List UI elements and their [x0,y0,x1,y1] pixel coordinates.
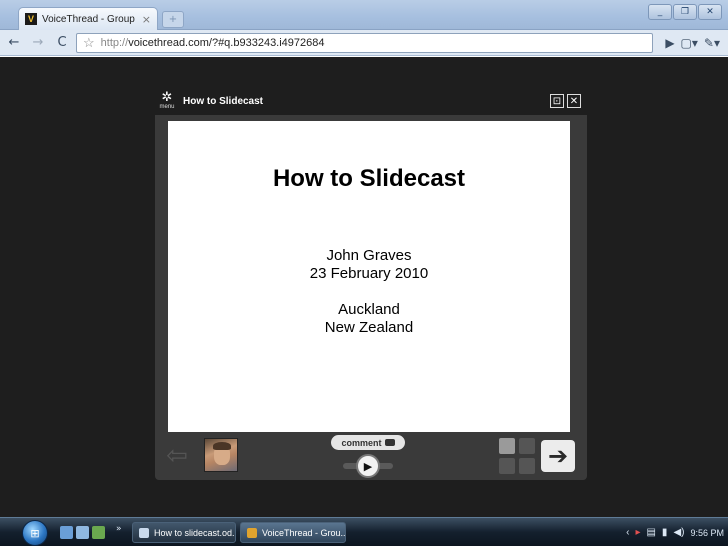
close-player-icon[interactable]: ✕ [567,94,581,108]
gear-icon: ✲ [161,90,173,105]
slide-thumbnails[interactable] [499,438,535,474]
voicethread-favicon-icon: V [25,13,37,25]
close-window-button[interactable]: ✕ [698,4,722,20]
switch-windows-icon[interactable] [76,526,89,539]
comment-label: comment [341,437,382,448]
media-player-icon[interactable] [92,526,105,539]
tray-alert-icon[interactable]: ▸ [635,527,640,538]
slide-author: John Graves [326,247,412,264]
start-button[interactable]: ⊞ [22,520,48,546]
forward-button[interactable]: → [28,33,48,53]
play-icon: ▶ [363,459,373,473]
forward-arrow-icon: → [32,35,44,50]
minimize-button[interactable]: _ [648,4,672,20]
header-icons: ⊡ ✕ [550,94,581,108]
menu-label: menu [159,104,175,110]
previous-slide-arrow-icon[interactable]: ⇦ [163,442,191,470]
browser-toolbar: ← → C ☆ http://voicethread.com/?#q.b9332… [0,30,728,56]
slide-city: Auckland [338,301,400,318]
chrome-icon [247,527,257,538]
network-icon[interactable]: ▤ [646,527,655,538]
page-content: ✲ menu How to Slidecast ⊡ ✕ How to Slide… [0,57,728,517]
taskbar-item-label: VoiceThread - Grou... [262,527,346,538]
windows-taskbar: ⊞ » How to slidecast.od... VoiceThread -… [0,517,728,546]
comment-button[interactable]: comment [331,435,405,450]
new-tab-icon: + [168,14,178,25]
close-icon: ✕ [706,7,714,17]
wrench-menu-icon[interactable]: ✎▾ [704,36,720,50]
address-text: http://voicethread.com/?#q.b933243.i4972… [101,37,325,49]
next-arrow-icon: ➔ [547,442,569,470]
address-bar[interactable]: ☆ http://voicethread.com/?#q.b933243.i49… [76,32,654,53]
player-header: ✲ menu How to Slidecast ⊡ ✕ [155,87,587,115]
taskbar-item-voicethread[interactable]: VoiceThread - Grou... [240,522,346,543]
thumbnail-icon[interactable] [499,438,515,454]
windows-logo-icon: ⊞ [30,526,40,540]
player-controls: ⇦ comment ▶ ➔ [155,432,587,480]
address-path: voicethread.com/?#q.b933243.i4972684 [128,36,325,49]
window-controls: _ ❐ ✕ [648,4,722,20]
tray-expand-icon[interactable]: ‹ [626,527,629,538]
reload-button[interactable]: C [52,33,72,53]
address-scheme: http:// [100,36,129,49]
back-button[interactable]: ← [4,33,24,53]
tab-close-icon[interactable]: × [142,13,151,26]
quick-launch [60,526,105,539]
new-tab-button[interactable]: + [162,11,184,28]
slide-country: New Zealand [324,319,414,336]
speech-bubble-icon [384,439,395,446]
maximize-button[interactable]: ❐ [673,4,697,20]
voicethread-player: ✲ menu How to Slidecast ⊡ ✕ How to Slide… [155,87,587,480]
menu-button[interactable]: ✲ menu [155,90,179,110]
taskbar-item-label: How to slidecast.od... [154,527,236,538]
thumbnail-icon[interactable] [519,438,535,454]
taskbar-item-slidecast-doc[interactable]: How to slidecast.od... [132,522,236,543]
clock[interactable]: 9:56 PM [690,528,724,538]
system-tray: ‹ ▸ ▤ ▮ ◀) 9:56 PM [626,522,724,543]
player-title: How to Slidecast [183,95,264,107]
bookmark-star-icon[interactable]: ☆ [83,35,95,51]
back-arrow-icon: ← [8,35,20,50]
slide: How to Slidecast John Graves 23 February… [168,121,570,432]
quick-launch-more-icon[interactable]: » [116,524,122,534]
power-icon[interactable]: ▮ [662,527,668,538]
document-icon [139,527,149,538]
toolbar-right: ▶ ▢▾ ✎▾ [665,36,724,50]
browser-titlebar: V VoiceThread - Group con... × + _ ❐ ✕ [0,0,728,30]
volume-icon[interactable]: ◀) [673,527,684,538]
thumbnail-icon[interactable] [519,458,535,474]
next-slide-button[interactable]: ➔ [541,440,575,472]
thumbnail-icon[interactable] [499,458,515,474]
maximize-icon: ❐ [680,7,690,17]
tab-title: VoiceThread - Group con... [42,13,137,25]
commenter-avatar[interactable] [204,438,238,472]
show-desktop-icon[interactable] [60,526,73,539]
minimize-icon: _ [657,7,663,17]
slide-date: 23 February 2010 [309,265,429,282]
page-menu-icon[interactable]: ▢▾ [681,36,698,50]
browser-tab[interactable]: V VoiceThread - Group con... × [18,7,158,30]
page-go-icon[interactable]: ▶ [665,36,674,50]
slide-title: How to Slidecast [272,165,466,192]
reload-icon: C [57,35,67,50]
fullscreen-icon[interactable]: ⊡ [550,94,564,108]
play-button[interactable]: ▶ [356,454,380,478]
